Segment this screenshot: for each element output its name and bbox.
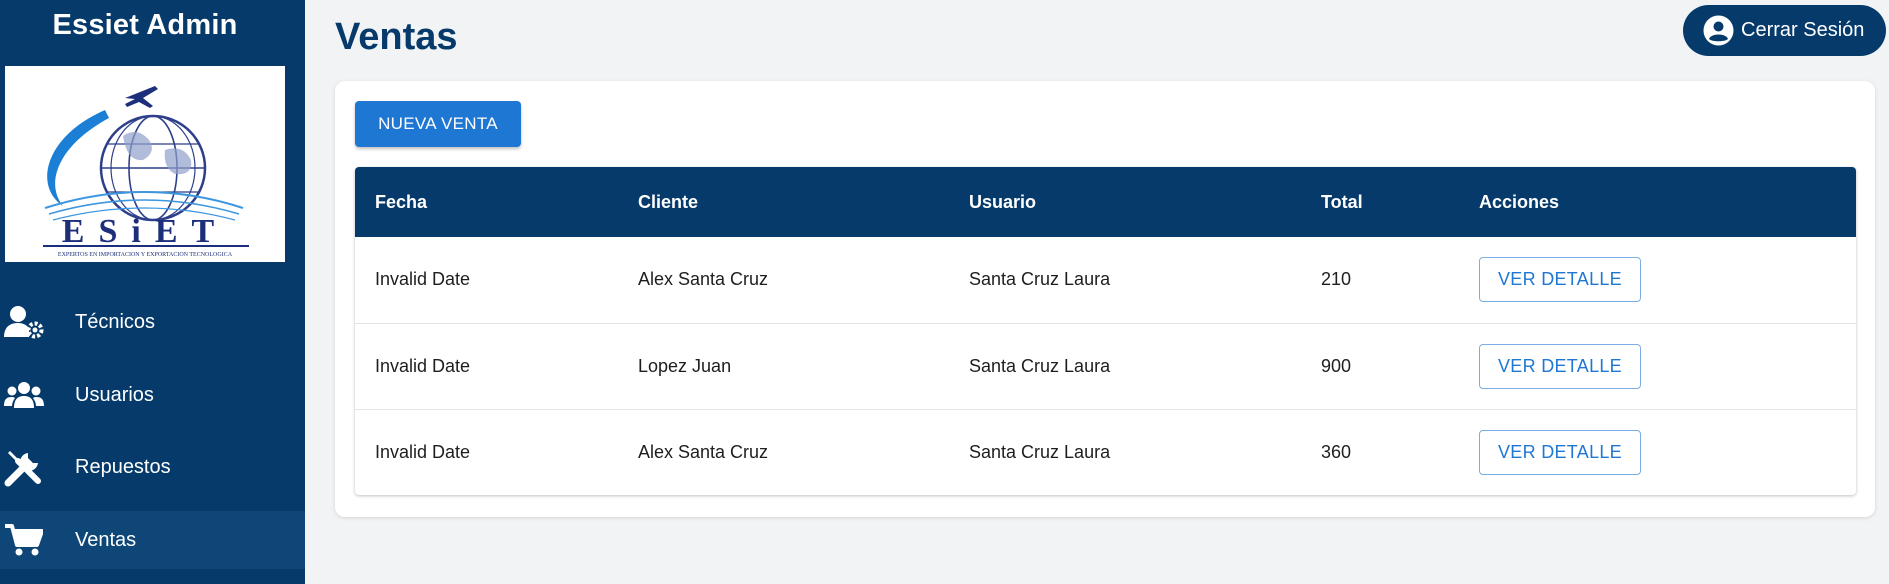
view-detail-button[interactable]: VER DETALLE <box>1479 257 1641 303</box>
cell-cliente: Lopez Juan <box>638 355 732 376</box>
brand-title: Essiet Admin <box>52 9 238 41</box>
cell-acciones: VER DETALLE <box>1459 323 1856 409</box>
cell-fecha: Invalid Date <box>375 441 471 462</box>
column-header-acciones: Acciones <box>1479 191 1560 212</box>
column-header-cliente: Cliente <box>638 191 699 212</box>
sidebar-item-label: Usuarios <box>75 383 154 406</box>
page-title: Ventas <box>335 16 458 58</box>
column-header-usuario: Usuario <box>969 191 1037 212</box>
sales-table: Fecha Cliente Usuario Total Acciones Inv… <box>355 167 1856 495</box>
cart-icon <box>4 520 44 560</box>
cell-total: 900 <box>1321 355 1352 376</box>
logo-text: ESiET <box>62 213 228 250</box>
cell-cliente: Alex Santa Cruz <box>638 441 769 462</box>
sidebar-item-tecnicos[interactable]: Técnicos <box>0 293 305 351</box>
view-detail-button[interactable]: VER DETALLE <box>1479 429 1641 475</box>
cell-usuario: Santa Cruz Laura <box>969 441 1111 462</box>
sidebar-item-label: Repuestos <box>75 455 171 478</box>
table-row: Invalid Date Alex Santa Cruz Santa Cruz … <box>355 237 1856 323</box>
sales-card: NUEVA VENTA Fecha Cliente Usuario Total … <box>335 81 1875 517</box>
cell-fecha: Invalid Date <box>375 355 471 376</box>
sidebar-item-ventas[interactable]: Ventas <box>0 511 305 569</box>
sidebar: Essiet Admin ESiET EXPERTOS EN IMPORTACI… <box>0 0 305 584</box>
new-sale-button[interactable]: NUEVA VENTA <box>355 101 521 147</box>
sidebar-item-repuestos[interactable]: Repuestos <box>0 438 305 496</box>
logout-label: Cerrar Sesión <box>1741 19 1865 41</box>
sidebar-item-label: Técnicos <box>75 310 156 333</box>
table-header-row: Fecha Cliente Usuario Total Acciones <box>355 167 1856 237</box>
cell-usuario: Santa Cruz Laura <box>969 269 1111 290</box>
cell-acciones: VER DETALLE <box>1459 409 1856 495</box>
cell-total: 360 <box>1321 441 1352 462</box>
view-detail-button[interactable]: VER DETALLE <box>1479 343 1641 389</box>
column-header-total: Total <box>1321 191 1363 212</box>
company-logo: ESiET EXPERTOS EN IMPORTACION Y EXPORTAC… <box>5 66 285 262</box>
table-row: Invalid Date Lopez Juan Santa Cruz Laura… <box>355 323 1856 409</box>
users-icon <box>4 375 44 415</box>
cell-cliente: Alex Santa Cruz <box>638 269 769 290</box>
tools-icon <box>4 447 44 487</box>
sidebar-item-usuarios[interactable]: Usuarios <box>0 366 305 424</box>
sidebar-item-label: Ventas <box>75 528 137 551</box>
cell-acciones: VER DETALLE <box>1459 237 1856 323</box>
account-circle-icon <box>1703 15 1734 46</box>
cell-usuario: Santa Cruz Laura <box>969 355 1111 376</box>
cell-fecha: Invalid Date <box>375 269 471 290</box>
user-gear-icon <box>4 302 44 342</box>
table-row: Invalid Date Alex Santa Cruz Santa Cruz … <box>355 409 1856 495</box>
logout-button[interactable]: Cerrar Sesión <box>1683 5 1886 56</box>
cell-total: 210 <box>1321 269 1352 290</box>
logo-tagline: EXPERTOS EN IMPORTACION Y EXPORTACION TE… <box>58 252 233 258</box>
column-header-fecha: Fecha <box>375 191 428 212</box>
